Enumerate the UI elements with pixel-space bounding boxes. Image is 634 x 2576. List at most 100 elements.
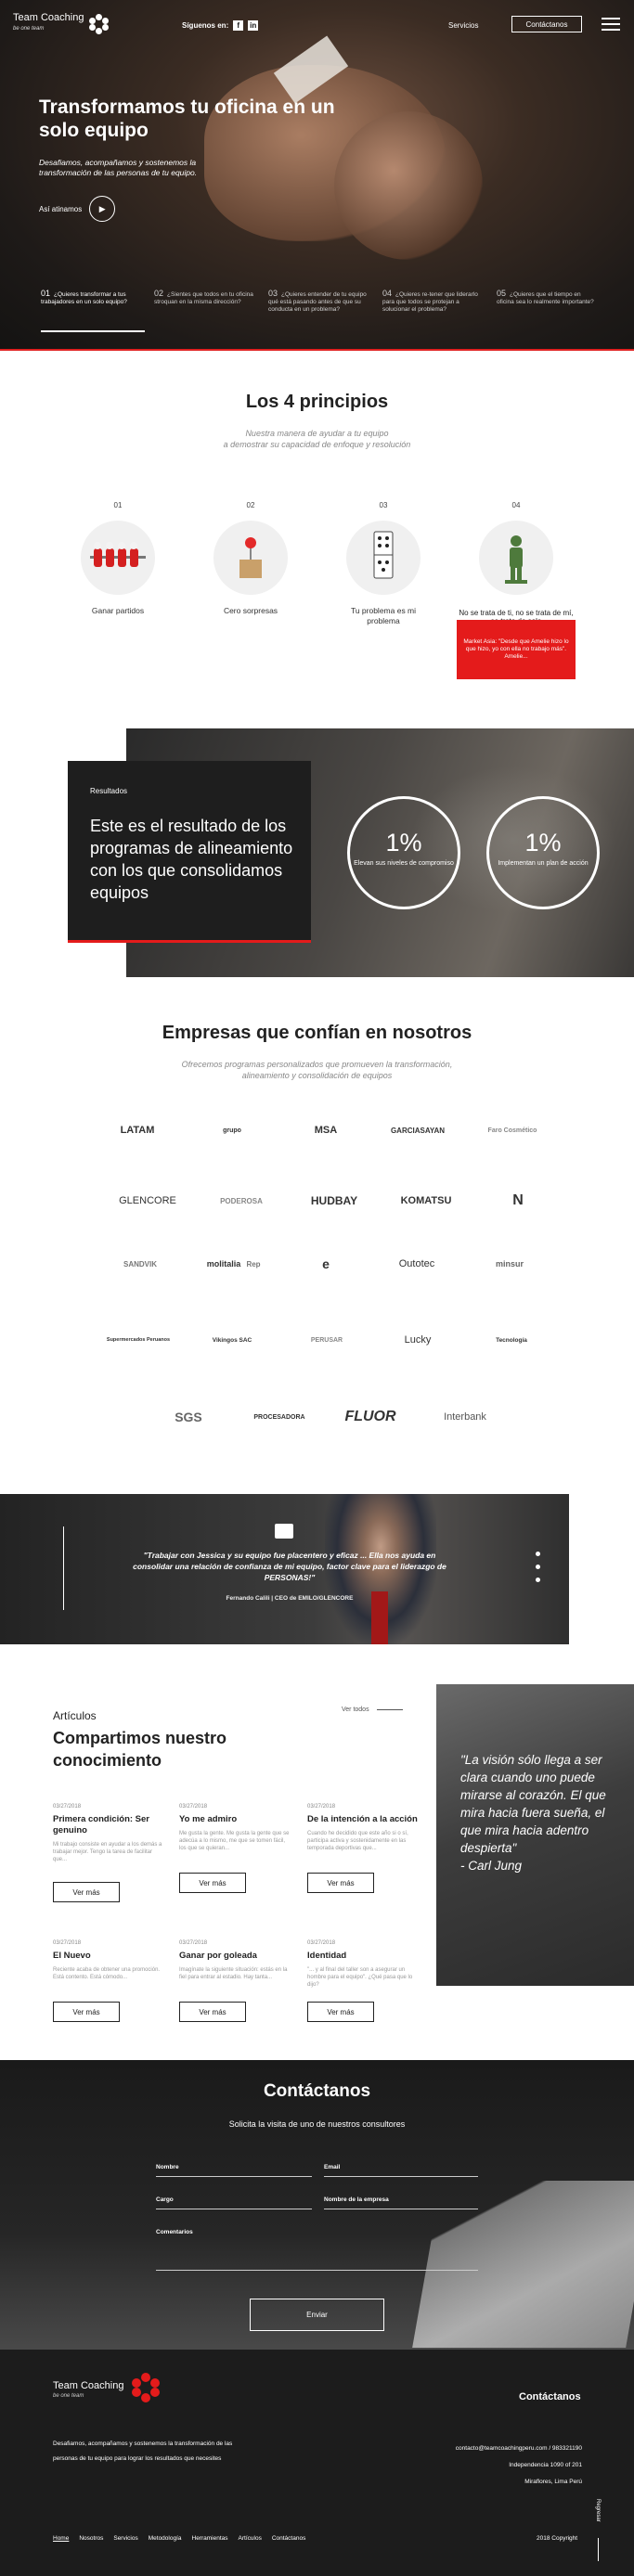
article-excerpt: Cuando he decidido que este año si o sí,… <box>307 1831 408 1851</box>
logo-grupo: grupo <box>223 1127 241 1134</box>
article-excerpt: Reciente acaba de obtener una promoción.… <box>53 1967 161 1980</box>
toy-soldier-icon <box>479 521 553 595</box>
logo-garciasayan: GARCIASAYAN <box>390 1126 446 1135</box>
contact-title: Contáctanos <box>263 2081 371 2101</box>
stat-ring-1: 1% Elevan sus niveles de compromiso <box>347 796 460 909</box>
menu-hamburger-icon[interactable] <box>602 18 620 31</box>
article-excerpt: Me gusta la gente. Me gusta la gente que… <box>179 1831 290 1851</box>
companies-subtitle-line: alineamiento y consolidación de equipos <box>241 1071 393 1080</box>
hero-step-5[interactable]: 05 ¿Quieres que el tiempo en oficina sea … <box>497 290 599 306</box>
footer-nav-articulos[interactable]: Artículos <box>239 2535 262 2542</box>
social-follow: Síguenos en: f in <box>182 20 259 31</box>
principle-number: 04 <box>511 501 521 509</box>
principle-label: Ganar partidos <box>91 606 145 615</box>
article-date: 03/27/2018 <box>179 1804 208 1810</box>
hero-divider <box>0 349 634 351</box>
principle-label: Tu problema es mi problema <box>350 606 417 625</box>
article-title[interactable]: Primera condición: Ser genuino <box>53 1814 164 1836</box>
article-read-more-button[interactable]: Ver más <box>307 1873 374 1893</box>
principle-number: 02 <box>246 501 255 509</box>
step-number: 03 <box>268 289 278 298</box>
footer-brand[interactable]: Team Coaching be one team <box>53 2373 161 2402</box>
name-field[interactable] <box>156 2176 312 2177</box>
brand-tagline: be one team <box>13 26 45 32</box>
step-number: 04 <box>382 289 393 298</box>
role-field-label: Cargo <box>156 2196 174 2203</box>
hero-image-hands-2 <box>334 111 483 260</box>
hero-step-2[interactable]: 02 ¿Sientes que todos en tu oficina stroq… <box>154 290 256 306</box>
header-contact-button[interactable]: Contáctanos <box>511 16 582 32</box>
email-field-label: Email <box>324 2164 341 2170</box>
article-date: 03/27/2018 <box>53 1940 82 1946</box>
hero-step-1[interactable]: 01 ¿Quieres transformar a tus trabajadore… <box>41 290 143 306</box>
logo-interbank: Interbank <box>444 1411 486 1423</box>
facebook-icon[interactable]: f <box>233 20 244 31</box>
logo-komatsu: KOMATSU <box>400 1195 452 1206</box>
article-date: 03/27/2018 <box>179 1940 208 1946</box>
back-to-top-line <box>598 2538 599 2561</box>
step-number: 02 <box>154 289 164 298</box>
principle-number: 03 <box>379 501 388 509</box>
results-card: Resultados Este es el resultado de los p… <box>68 761 311 943</box>
article-read-more-button[interactable]: Ver más <box>53 1882 120 1902</box>
hero-step-4[interactable]: 04 ¿Quieres re-tener que liderarlo para q… <box>382 290 485 314</box>
nav-services-link[interactable]: Servicios <box>448 21 478 30</box>
back-to-top-link[interactable]: Regresar <box>595 2499 601 2522</box>
article-read-more-button[interactable]: Ver más <box>307 2002 374 2022</box>
article-date: 03/27/2018 <box>307 1804 336 1810</box>
article-title[interactable]: El Nuevo <box>53 1951 164 1962</box>
article-title[interactable]: Identidad <box>307 1951 419 1962</box>
articles-kicker: Artículos <box>53 1709 97 1722</box>
article-card-6: 03/27/2018 Identidad "... y al final del… <box>307 1940 419 2022</box>
logo-lucky: Lucky <box>404 1334 432 1346</box>
footer-nav-servicios[interactable]: Servicios <box>113 2535 137 2542</box>
testimonial-nav-arrows[interactable] <box>63 1526 71 1610</box>
logo-e: e <box>322 1256 330 1271</box>
logo-latam: LATAM <box>120 1125 155 1136</box>
footer-nav-nosotros[interactable]: Nosotros <box>79 2535 103 2542</box>
footer-nav: Home Nosotros Servicios Metodología Herr… <box>53 2535 305 2542</box>
article-read-more-button[interactable]: Ver más <box>179 2002 246 2022</box>
testimonial-pager[interactable] <box>536 1552 541 1591</box>
hero-play-video[interactable]: Así atinamos ▶ <box>39 196 116 222</box>
stat-label: Implementan un plan de acción <box>498 860 589 867</box>
company-field-label: Nombre de la empresa <box>324 2196 389 2203</box>
footer-flower-icon <box>132 2373 161 2402</box>
article-card-4: 03/27/2018 El Nuevo Reciente acaba de ob… <box>53 1940 164 2022</box>
submit-button[interactable]: Enviar <box>250 2299 384 2331</box>
linkedin-icon[interactable]: in <box>248 20 259 31</box>
footer-email-phone[interactable]: contacto@teamcoachingperu.com / 98332119… <box>396 2441 582 2457</box>
brand-logo[interactable]: Team Coaching be one team <box>13 13 110 34</box>
footer-nav-home[interactable]: Home <box>53 2535 69 2542</box>
comments-field[interactable] <box>156 2270 478 2271</box>
logo-procesadora: PROCESADORA <box>253 1413 305 1421</box>
article-title[interactable]: De la intención a la acción <box>307 1814 419 1825</box>
hero-step-3[interactable]: 03 ¿Quieres entender de tu equipo qué est… <box>268 290 370 314</box>
footer-nav-metodologia[interactable]: Metodología <box>149 2535 182 2542</box>
logo-vikingos: Vikingos SAC <box>212 1336 252 1344</box>
article-read-more-button[interactable]: Ver más <box>179 1873 246 1893</box>
stat-value: 1% <box>524 829 562 857</box>
hero-steps: 01 ¿Quieres transformar a tus trabajadore… <box>0 290 634 351</box>
hero-title: Transformamos tu oficina en un solo equi… <box>39 97 335 141</box>
principles-title: Los 4 principios <box>245 392 389 412</box>
article-title[interactable]: Ganar por goleada <box>179 1951 291 1962</box>
footer-nav-herramientas[interactable]: Herramientas <box>192 2535 228 2542</box>
companies-subtitle-line: Ofrecemos programas personalizados que p… <box>181 1060 453 1069</box>
brand-flower-icon <box>89 13 110 34</box>
footer-address: Independencia 1090 of 201 <box>509 2462 582 2468</box>
email-field[interactable] <box>324 2176 478 2177</box>
footer-nav-contactanos[interactable]: Contáctanos <box>272 2535 306 2542</box>
see-all-articles-link[interactable]: Ver todos <box>342 1707 403 1713</box>
logo-minsur: minsur <box>495 1259 524 1269</box>
article-read-more-button[interactable]: Ver más <box>53 2002 120 2022</box>
logo-n: N <box>512 1192 524 1208</box>
step-text: ¿Sientes que todos en tu oficina stroqua… <box>154 291 253 305</box>
article-title[interactable]: Yo me admiro <box>179 1814 291 1825</box>
quote-panel: "La visión sólo llega a ser clara cuando… <box>436 1684 634 1986</box>
testimonial-author: Fernando Calili | CEO de EMILO/GLENCORE <box>226 1595 354 1602</box>
principles-subtitle: Nuestra manera de ayudar a tu equipo a d… <box>0 428 634 450</box>
principle-2: 02 Cero sorpresas <box>204 501 297 616</box>
quote-panel-text: "La visión sólo llega a ser clara cuando… <box>460 1751 618 1874</box>
play-icon[interactable]: ▶ <box>89 196 116 222</box>
